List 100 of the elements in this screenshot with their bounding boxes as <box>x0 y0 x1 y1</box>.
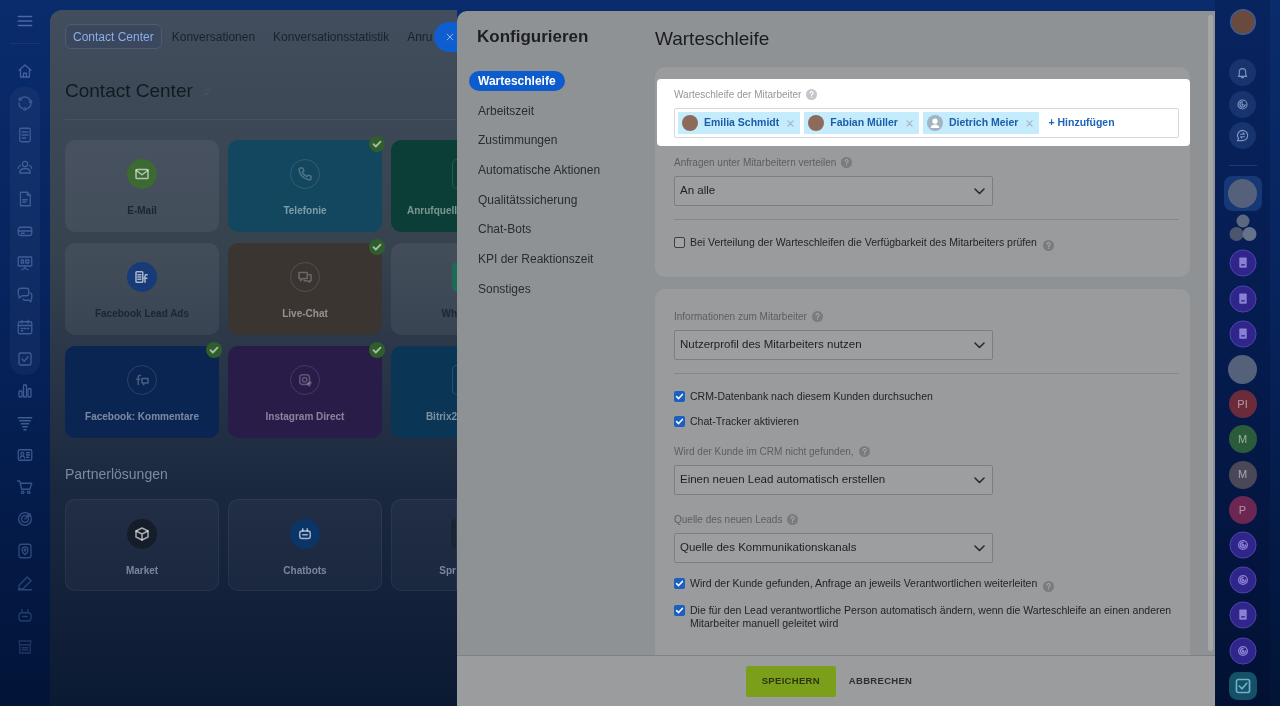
chat-icon[interactable] <box>16 286 34 304</box>
document-icon[interactable] <box>1228 319 1257 348</box>
document-icon[interactable] <box>1228 284 1257 313</box>
cycle-icon[interactable] <box>16 94 34 112</box>
save-button[interactable]: SPEICHERN <box>745 665 836 697</box>
dropdown[interactable]: Nutzerprofil des Mitarbeiters nutzen <box>674 330 993 360</box>
partner-label: Market <box>125 564 159 578</box>
document-list-icon[interactable] <box>16 126 34 144</box>
initials-avatar[interactable]: M <box>1228 425 1257 454</box>
nav-item[interactable]: Qualitätssicherung <box>469 189 587 210</box>
group-avatar-icon[interactable] <box>1227 213 1258 244</box>
nav-item[interactable]: Warteschleife <box>469 70 565 91</box>
home-icon[interactable] <box>16 62 34 80</box>
channel-label: Bitrix2 <box>425 410 457 424</box>
map-pin-icon[interactable] <box>16 542 34 560</box>
remove-icon[interactable] <box>787 119 795 127</box>
help-icon[interactable] <box>811 310 823 322</box>
calendar-icon[interactable] <box>16 318 34 336</box>
channel-tile[interactable]: Bitrix2 <box>391 346 457 438</box>
field-label: Quelle des neuen Leads <box>674 512 783 527</box>
help-icon[interactable] <box>858 445 870 457</box>
avatar-icon <box>682 115 698 131</box>
section-heading: Warteschleife <box>655 27 770 51</box>
robot-icon[interactable] <box>16 606 34 624</box>
cancel-button[interactable]: ABBRECHEN <box>846 665 915 697</box>
checkbox[interactable] <box>674 237 685 248</box>
nav-item[interactable]: Chat-Bots <box>469 219 541 240</box>
swirl-icon[interactable] <box>1228 636 1257 665</box>
checkbox-label: Chat-Tracker aktivieren <box>690 415 799 428</box>
nav-item[interactable]: Zustimmungen <box>469 130 567 151</box>
channel-label: Facebook: Kommentare <box>85 410 199 424</box>
channel-tile[interactable]: Anrufquell <box>391 140 457 232</box>
cart-icon[interactable] <box>16 478 34 496</box>
checkbox[interactable] <box>674 416 685 427</box>
swirl-icon[interactable] <box>1228 566 1257 595</box>
field-label: Warteschleife der Mitarbeiter <box>674 87 802 102</box>
checkbox-label: CRM-Datenbank nach diesem Kunden durchsuchen <box>690 390 933 403</box>
contact-card-icon[interactable] <box>16 446 34 464</box>
remove-icon[interactable] <box>905 119 913 127</box>
close-button[interactable] <box>433 21 457 52</box>
partner-tile[interactable]: Spr <box>391 499 457 591</box>
target-icon[interactable] <box>16 510 34 528</box>
partner-tile[interactable]: Market <box>65 499 219 591</box>
user-silhouette-icon <box>926 115 943 131</box>
checkbox-label: Wird der Kunde gefunden, Anfrage an jeweils Verantwortlichen weiterleiten <box>690 577 1038 590</box>
dropdown[interactable]: An alle <box>674 176 993 206</box>
partner-label: Spr <box>439 564 456 578</box>
nav-item[interactable]: KPI der Reaktionszeit <box>469 248 603 269</box>
avatar-icon <box>808 115 825 131</box>
document-icon[interactable] <box>1228 249 1257 278</box>
remove-icon[interactable] <box>1026 119 1034 127</box>
checkbox[interactable] <box>674 391 685 402</box>
camera-icon <box>290 365 320 395</box>
help-icon[interactable] <box>1042 240 1054 251</box>
dropdown[interactable]: Quelle des Kommunikationskanals <box>674 533 993 563</box>
pen-icon[interactable] <box>16 574 34 592</box>
dropdown[interactable]: Einen neuen Lead automatisch erstellen <box>674 465 993 495</box>
checkbox[interactable] <box>674 605 685 616</box>
chevron-down-icon <box>974 476 985 484</box>
bar-chart-icon[interactable] <box>16 382 34 400</box>
initials-avatar[interactable]: M <box>1228 460 1257 489</box>
chat-bubbles-icon <box>290 262 320 292</box>
help-icon[interactable] <box>1043 581 1055 592</box>
add-link[interactable]: + Hinzufügen <box>1048 115 1115 131</box>
swirl-icon[interactable] <box>1228 530 1257 559</box>
presentation-icon[interactable] <box>16 254 34 272</box>
funnel-icon[interactable] <box>16 414 34 432</box>
nav-item[interactable]: Automatische Aktionen <box>469 159 610 180</box>
user-avatar[interactable] <box>1229 8 1256 35</box>
nav-item[interactable]: Sonstiges <box>469 278 540 299</box>
bell-icon[interactable] <box>1229 59 1256 87</box>
chevron-down-icon <box>974 341 985 349</box>
tab[interactable]: Contact Center <box>65 24 162 49</box>
nav-item[interactable]: Arbeitszeit <box>469 100 544 121</box>
member-chip[interactable]: Emilia Schmidt <box>678 112 801 134</box>
checkbox-label: Die für den Lead verantwortliche Person automatisch ändern, wenn die Warteschleife an einen anderen Mitarbeiter manuell geleitet wird <box>690 604 1173 630</box>
avatar-icon[interactable] <box>1228 354 1257 384</box>
member-chip[interactable]: Fabian Müller <box>804 112 919 134</box>
store-icon[interactable] <box>16 638 34 656</box>
users-icon[interactable] <box>16 158 34 176</box>
phone-icon <box>290 159 320 189</box>
help-icon[interactable] <box>806 88 818 100</box>
chevron-down-icon <box>974 544 985 552</box>
help-icon[interactable] <box>787 513 799 525</box>
help-icon[interactable] <box>841 156 853 168</box>
swirl-icon[interactable] <box>1229 90 1256 118</box>
checkbox-label: Bei Verteilung der Warteschleifen die Verfügbarkeit des Mitarbeiters prüfen <box>690 236 1037 249</box>
member-chip[interactable]: Dietrich Meier <box>922 112 1040 134</box>
document-icon[interactable] <box>1228 601 1257 630</box>
field-label: Anfragen unter Mitarbeitern verteilen <box>674 155 837 170</box>
checkbox[interactable] <box>674 578 685 589</box>
section-title: Partnerlösungen <box>65 465 168 483</box>
task-icon[interactable] <box>1228 671 1257 700</box>
comment-icon <box>127 365 157 395</box>
initials-avatar[interactable]: P <box>1228 495 1257 524</box>
initials-avatar[interactable]: PI <box>1228 390 1257 419</box>
partner-tile[interactable]: Chatbots <box>228 499 382 591</box>
panel-title: Konfigurieren <box>477 26 589 48</box>
members-field[interactable]: Emilia Schmidt Fabian Müller Dietrich Meier + Hinzufügen <box>674 108 1179 138</box>
chat-arrows-icon[interactable] <box>1229 122 1256 150</box>
